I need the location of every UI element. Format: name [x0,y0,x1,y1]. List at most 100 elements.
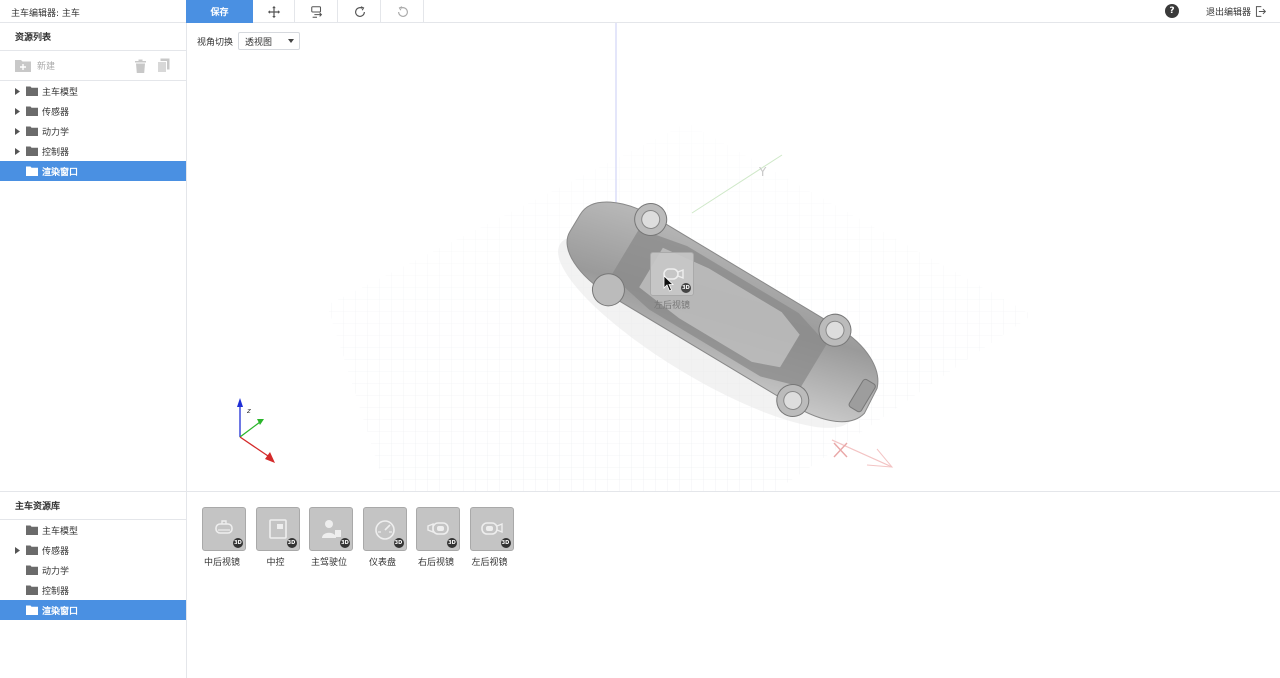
exit-editor-label: 退出编辑器 [1206,7,1252,18]
center-console-icon [268,519,287,539]
3d-badge: 3D [233,538,243,548]
driver-seat-icon [322,520,341,538]
caret-right-icon[interactable] [15,87,23,95]
delete-icon[interactable] [134,59,147,73]
tree-item[interactable]: 渲染窗口 [0,161,186,181]
resource-toolbar: 新建 [0,51,186,81]
tree-item[interactable]: 控制器 [0,141,186,161]
transform-tool-button[interactable] [296,0,338,23]
left-mirror-icon [480,522,503,535]
dragging-asset-label: 左后视镜 [653,301,690,311]
folder-icon [26,146,38,156]
3d-badge: 3D [500,538,511,548]
new-folder-icon [15,60,31,72]
tree-item-label: 传感器 [42,546,70,557]
asset-label: 中控 [266,558,285,568]
3d-badge: 3D [447,538,457,548]
3d-badge: 3D [681,283,691,293]
view-select-value: 透视图 [245,37,273,48]
tree-item-label: 渲染窗口 [42,606,79,617]
tree-item[interactable]: 动力学 [0,560,186,580]
folder-icon [26,605,38,615]
tree-item-label: 控制器 [42,586,70,597]
asset-label: 主驾驶位 [310,558,347,568]
library-panel: 主车资源库 主车模型传感器动力学控制器渲染窗口 [0,491,187,678]
chevron-down-icon [288,39,295,43]
folder-icon [26,86,38,96]
folder-icon [26,525,38,535]
copy-icon[interactable] [157,58,170,73]
scene-canvas[interactable]: Y z [187,23,1280,491]
caret-right-icon[interactable] [15,546,23,554]
new-resource-button[interactable]: 新建 [15,59,55,72]
tree-item-label: 主车模型 [42,87,79,98]
undo-button[interactable] [382,0,424,23]
asset-label: 左后视镜 [471,558,508,568]
save-button[interactable]: 保存 [186,0,253,23]
caret-right-icon[interactable] [15,147,23,155]
move-tool-button[interactable] [253,0,295,23]
cursor-icon [663,275,675,292]
asset-tile[interactable]: 3D 主驾驶位 [309,507,353,568]
asset-label: 右后视镜 [417,558,454,568]
asset-tile[interactable]: 3D 左后视镜 [469,507,514,568]
tree-item-label: 渲染窗口 [42,167,79,178]
tree-item-label: 传感器 [42,107,70,118]
help-icon[interactable]: ? [1165,4,1179,18]
view-switch-label: 视角切换 [197,37,234,48]
asset-tile[interactable]: 3D 右后视镜 [416,507,460,568]
axis-gizmo: z [237,398,275,463]
asset-tile[interactable]: 3D 中后视镜 [202,507,246,568]
asset-label: 中后视镜 [203,558,240,568]
asset-thumbnail[interactable]: 3D [469,507,514,551]
resource-list-title: 资源列表 [0,23,186,51]
caret-right-icon[interactable] [15,127,23,135]
tree-item[interactable]: 渲染窗口 [0,600,186,620]
y-axis-label: Y [758,165,767,179]
asset-tile[interactable]: 3D 仪表盘 [362,507,407,568]
tree-item-label: 主车模型 [42,526,79,537]
view-select[interactable]: 透视图 [238,32,301,50]
asset-tile[interactable]: 3D 中控 [255,507,300,568]
editor-title: 主车编辑器: 主车 [11,9,80,19]
asset-label: 仪表盘 [368,558,396,568]
exit-editor-button[interactable]: 退出编辑器 [1206,4,1267,18]
3d-viewport[interactable]: Y z 视角切换 透视图 3D 左后视镜 [187,23,1280,491]
caret-right-icon[interactable] [15,107,23,115]
x-axis-gizmo [831,439,894,468]
asset-thumbnail[interactable]: 3D [416,507,460,551]
folder-icon [26,106,38,116]
tree-item[interactable]: 控制器 [0,580,186,600]
redo-icon [354,5,365,17]
tree-item[interactable]: 传感器 [0,540,186,560]
asset-thumbnail[interactable]: 3D [255,507,300,551]
redo-button[interactable] [339,0,381,23]
folder-icon [26,545,38,555]
tree-item[interactable]: 传感器 [0,101,186,121]
tree-item[interactable]: 主车模型 [0,520,186,540]
3d-badge: 3D [340,538,350,548]
z-axis-label: z [246,407,251,415]
folder-icon [26,565,38,575]
folder-icon [26,126,38,136]
dashboard-icon [374,520,395,540]
3d-badge: 3D [286,538,297,548]
asset-thumbnail[interactable]: 3D [362,507,407,551]
logout-icon [1255,5,1267,17]
center-mirror-icon [215,520,233,534]
new-resource-label: 新建 [37,62,56,72]
tree-item[interactable]: 主车模型 [0,81,186,101]
resource-tree: 主车模型传感器动力学控制器渲染窗口 [0,81,186,181]
asset-thumbnail[interactable]: 3D [202,507,246,551]
folder-icon [26,166,38,176]
asset-thumbnail[interactable]: 3D [309,507,353,551]
transform-icon [310,5,322,18]
library-title: 主车资源库 [0,492,186,520]
tree-item[interactable]: 动力学 [0,121,186,141]
3d-badge: 3D [393,538,404,548]
resource-list-panel: 资源列表 新建 主车模型传感器动力学控制器渲染窗口 [0,23,187,491]
tree-item-label: 动力学 [42,127,70,138]
tree-item-label: 动力学 [42,566,70,577]
asset-library: 3D 中后视镜 3D 中控 3D 主驾驶位 3D 仪表盘 3D 右后视镜 3D 左后视镜 [187,491,1280,678]
move-icon [267,5,280,18]
